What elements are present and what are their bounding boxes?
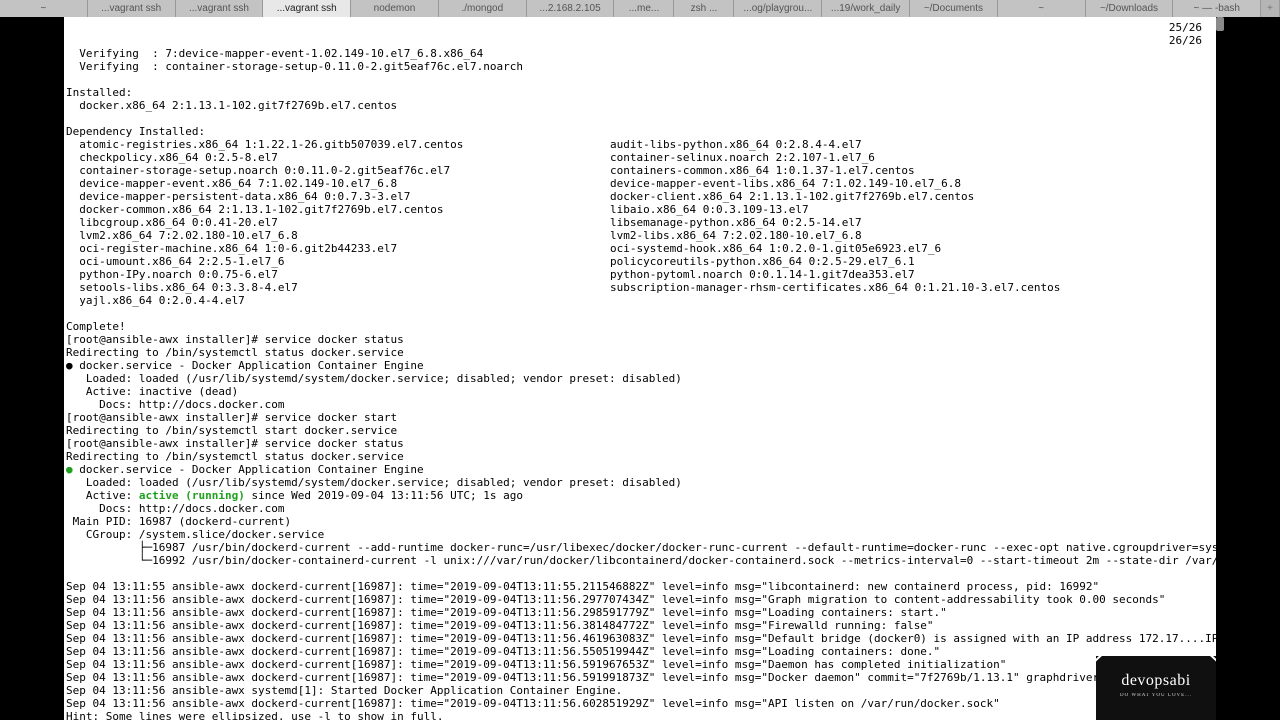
active-line: Active: active (running) since Wed 2019-… [66, 489, 523, 502]
output-line: Main PID: 16987 (dockerd-current) [66, 515, 291, 528]
dep-row: setools-libs.x86_64 0:3.3.8-4.el7subscri… [66, 281, 1060, 294]
log-line: Sep 04 13:11:56 ansible-awx dockerd-curr… [66, 697, 1000, 710]
status-active: active (running) [139, 489, 245, 502]
output-line: Verifying : container-storage-setup-0.11… [66, 60, 523, 73]
service-line: ● docker.service - Docker Application Co… [66, 463, 424, 476]
dep-row: docker-common.x86_64 2:1.13.1-102.git7f2… [66, 203, 809, 216]
output-line: Dependency Installed: [66, 125, 205, 138]
log-line: Sep 04 13:11:56 ansible-awx dockerd-curr… [66, 658, 1006, 671]
tab-9[interactable]: ...og/playgrou... [734, 0, 822, 17]
dep-row: libcgroup.x86_64 0:0.41-20.el7libsemanag… [66, 216, 862, 229]
tab-2[interactable]: ...vagrant ssh [176, 0, 264, 17]
output-line: Installed: [66, 86, 132, 99]
service-line: ● docker.service - Docker Application Co… [66, 359, 424, 372]
output-line: Loaded: loaded (/usr/lib/systemd/system/… [66, 372, 682, 385]
watermark-logo: devopsabi DO WHAT YOU LOVE... [1096, 656, 1216, 720]
tab-1[interactable]: ...vagrant ssh [88, 0, 176, 17]
tab-4[interactable]: nodemon [351, 0, 439, 17]
tab-11[interactable]: ~/Documents [910, 0, 998, 17]
output-line: └─16992 /usr/bin/docker-containerd-curre… [66, 554, 1216, 567]
tab-5[interactable]: ./mongod [439, 0, 527, 17]
log-line: Sep 04 13:11:56 ansible-awx dockerd-curr… [66, 671, 1216, 684]
output-line: Redirecting to /bin/systemctl start dock… [66, 424, 397, 437]
terminal-output[interactable]: 25/2626/26 Verifying : 7:device-mapper-e… [64, 17, 1216, 720]
log-line: Sep 04 13:11:56 ansible-awx dockerd-curr… [66, 632, 1216, 645]
tab-3[interactable]: ...vagrant ssh [263, 0, 351, 17]
progress-counter: 25/2626/26 [1169, 21, 1202, 47]
dep-row: oci-register-machine.x86_64 1:0-6.git2b4… [66, 242, 941, 255]
tab-13[interactable]: ~/Downloads [1086, 0, 1174, 17]
dep-row: container-storage-setup.noarch 0:0.11.0-… [66, 164, 915, 177]
dep-row: device-mapper-event.x86_64 7:1.02.149-10… [66, 177, 961, 190]
dep-row: atomic-registries.x86_64 1:1.22.1-26.git… [66, 138, 862, 151]
tab-8[interactable]: zsh ... [674, 0, 734, 17]
log-line: Sep 04 13:11:56 ansible-awx dockerd-curr… [66, 593, 1165, 606]
log-line: Sep 04 13:11:56 ansible-awx dockerd-curr… [66, 619, 934, 632]
prompt-line: [root@ansible-awx installer]# service do… [66, 333, 404, 346]
dep-row: yajl.x86_64 0:2.0.4-4.el7 [66, 294, 245, 307]
output-line: Redirecting to /bin/systemctl status doc… [66, 450, 404, 463]
output-line: Redirecting to /bin/systemctl status doc… [66, 346, 404, 359]
dep-row: lvm2.x86_64 7:2.02.180-10.el7_6.8lvm2-li… [66, 229, 862, 242]
prompt-line: [root@ansible-awx installer]# service do… [66, 411, 397, 424]
tab-0[interactable]: ~ [0, 0, 88, 17]
tab-12[interactable]: ~ [998, 0, 1086, 17]
dep-row: checkpolicy.x86_64 0:2.5-8.el7container-… [66, 151, 875, 164]
new-tab-button[interactable]: + [1261, 0, 1280, 17]
scrollbar-thumb[interactable] [1216, 17, 1224, 31]
tab-6[interactable]: ...2.168.2.105 [527, 0, 615, 17]
output-line: ├─16987 /usr/bin/dockerd-current --add-r… [66, 541, 1216, 554]
output-line: Docs: http://docs.docker.com [66, 502, 285, 515]
status-bullet-icon: ● [66, 359, 79, 372]
output-line: Docs: http://docs.docker.com [66, 398, 285, 411]
output-line: Active: inactive (dead) [66, 385, 238, 398]
output-line: Verifying : 7:device-mapper-event-1.02.1… [66, 47, 483, 60]
prompt-line: [root@ansible-awx installer]# service do… [66, 437, 404, 450]
tab-14[interactable]: ~ — -bash [1173, 0, 1261, 17]
log-line: Sep 04 13:11:56 ansible-awx systemd[1]: … [66, 684, 622, 697]
output-line: CGroup: /system.slice/docker.service [66, 528, 324, 541]
output-line: Complete! [66, 320, 126, 333]
tab-bar: ~...vagrant ssh...vagrant ssh...vagrant … [0, 0, 1280, 17]
status-bullet-icon: ● [66, 463, 79, 476]
log-line: Sep 04 13:11:56 ansible-awx dockerd-curr… [66, 606, 947, 619]
dep-row: oci-umount.x86_64 2:2.5-1.el7_6policycor… [66, 255, 915, 268]
tab-7[interactable]: ...me... [614, 0, 674, 17]
hint-line: Hint: Some lines were ellipsized, use -l… [66, 710, 444, 720]
log-line: Sep 04 13:11:56 ansible-awx dockerd-curr… [66, 645, 940, 658]
dep-row: python-IPy.noarch 0:0.75-6.el7python-pyt… [66, 268, 915, 281]
log-line: Sep 04 13:11:55 ansible-awx dockerd-curr… [66, 580, 1099, 593]
output-line: Loaded: loaded (/usr/lib/systemd/system/… [66, 476, 682, 489]
output-line: docker.x86_64 2:1.13.1-102.git7f2769b.el… [66, 99, 397, 112]
tab-10[interactable]: ...19/work_daily [822, 0, 910, 17]
dep-row: device-mapper-persistent-data.x86_64 0:0… [66, 190, 974, 203]
